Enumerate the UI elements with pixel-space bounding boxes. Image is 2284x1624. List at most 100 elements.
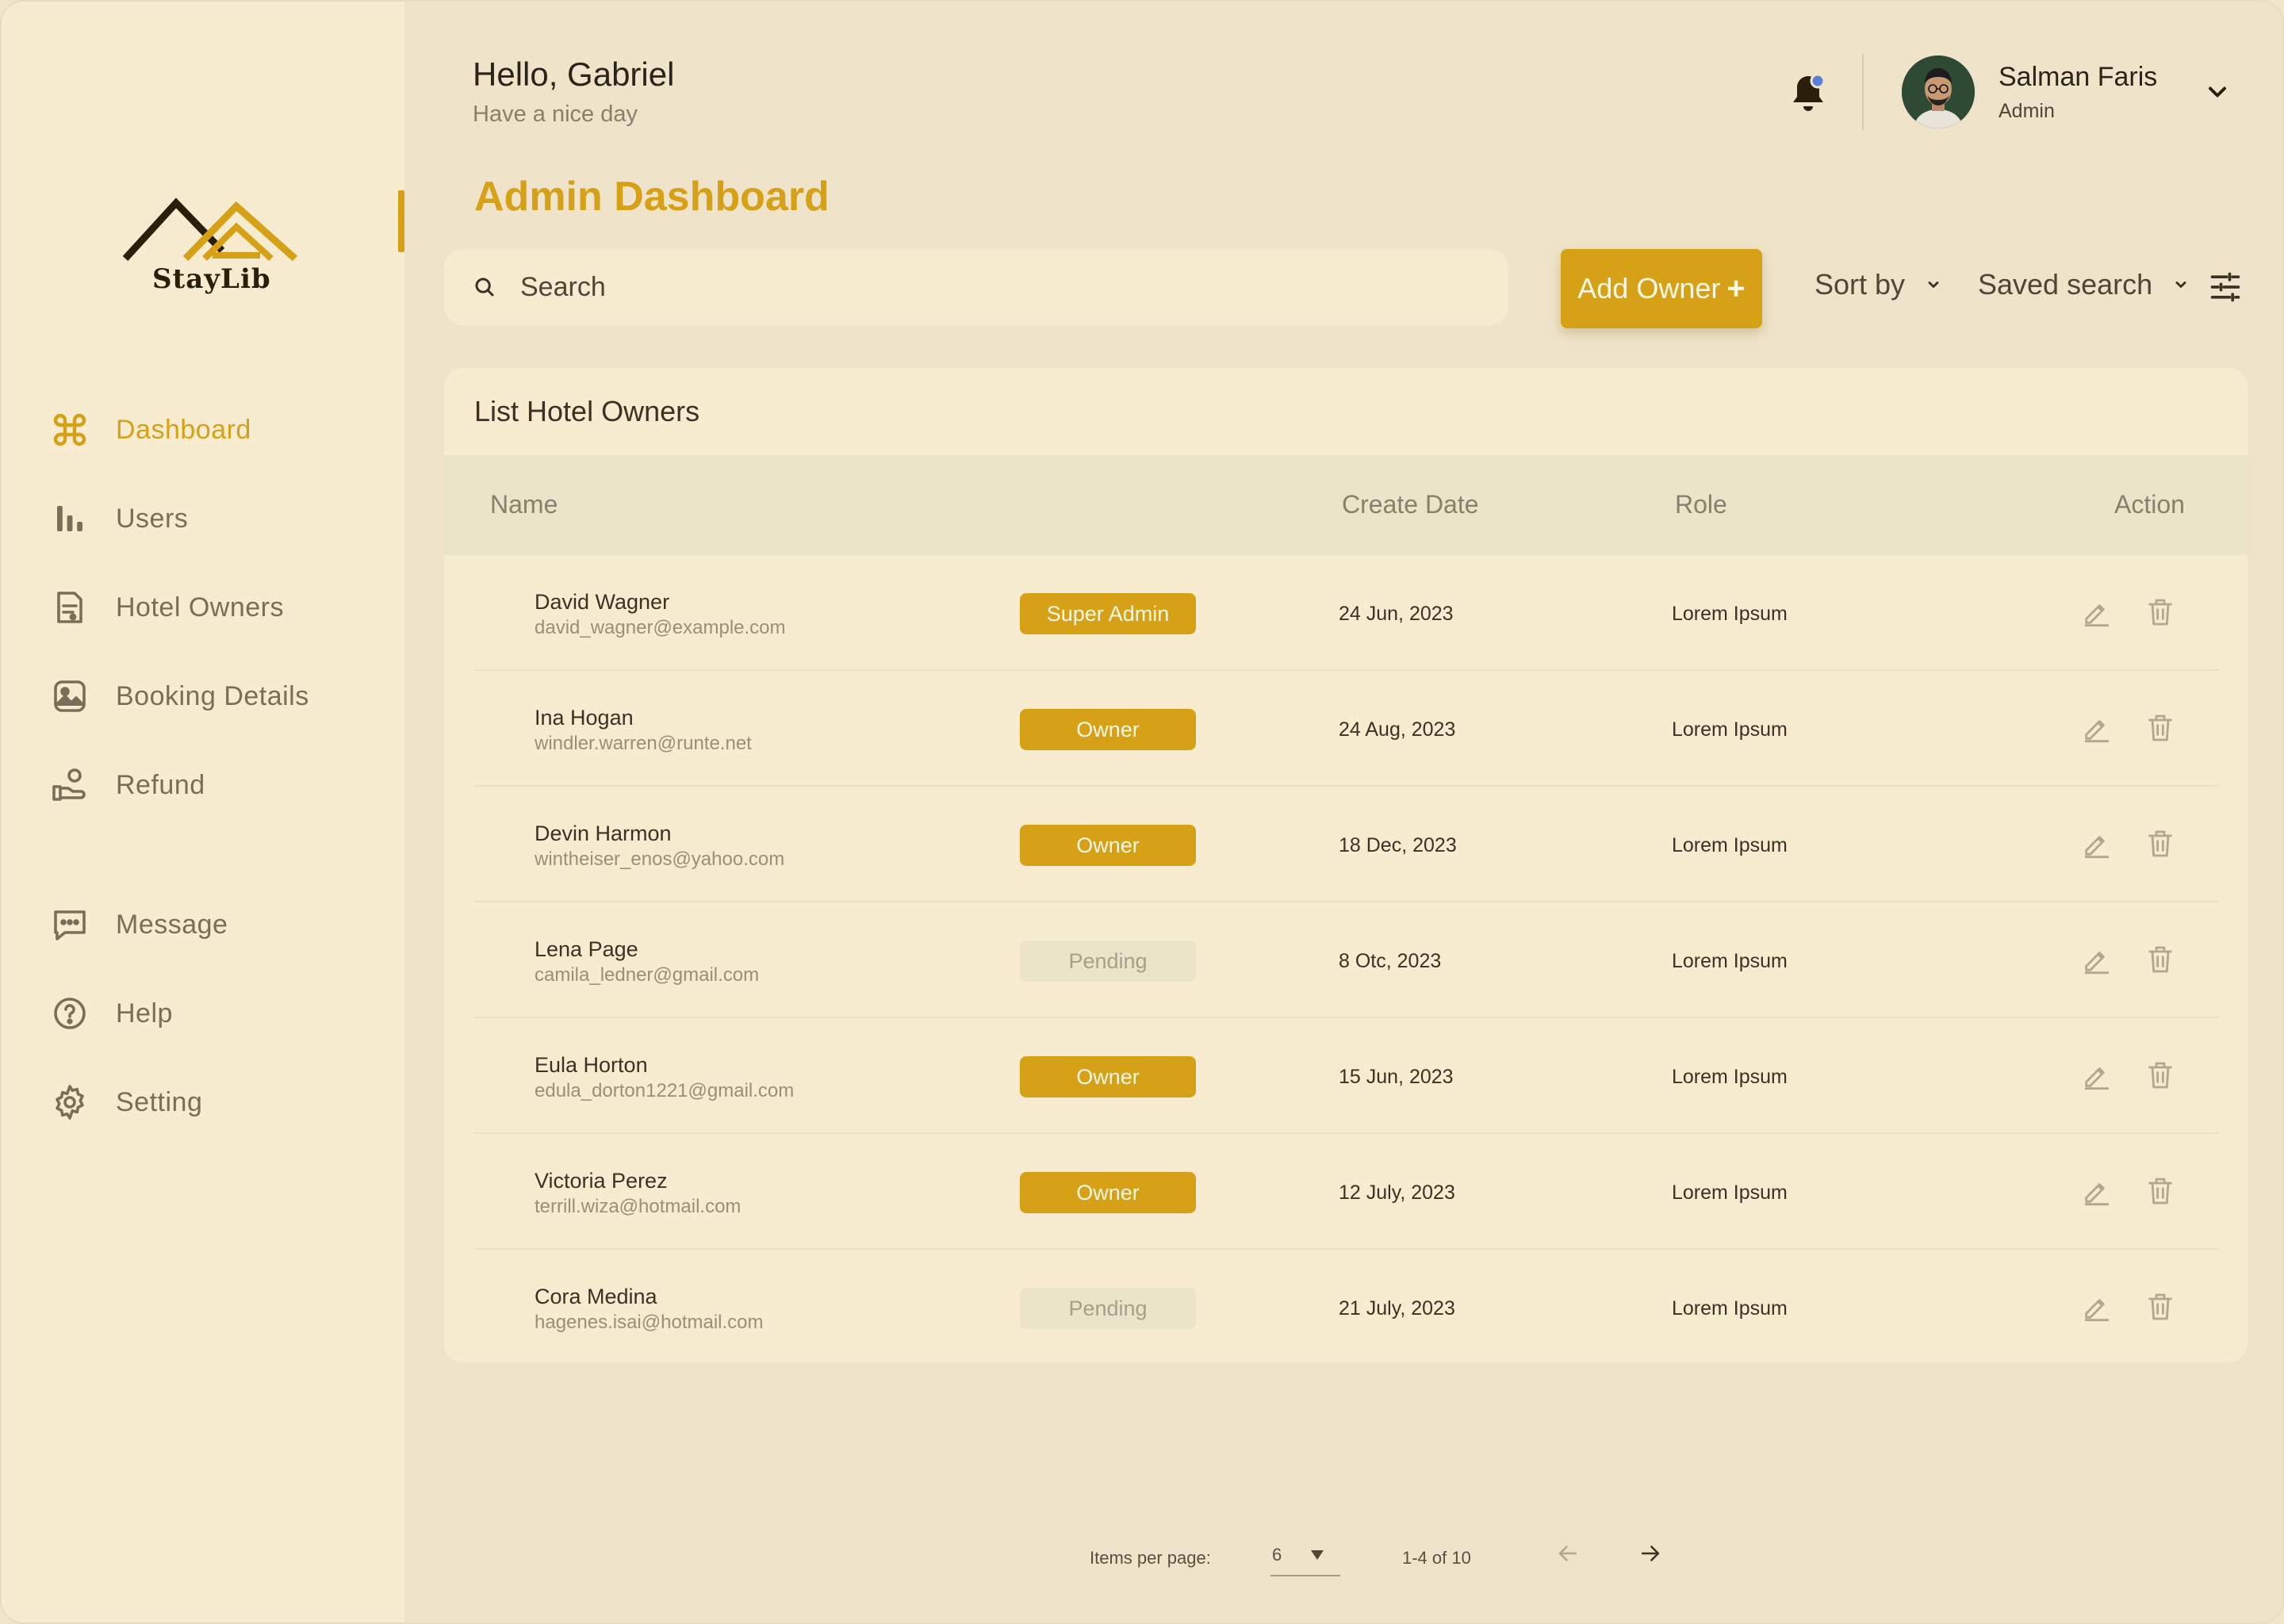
owner-email: windler.warren@runte.net bbox=[535, 733, 752, 754]
sidebar-item-users[interactable]: Users bbox=[51, 495, 188, 542]
app-window: StayLib Dashboard Users Hotel Owners Boo… bbox=[0, 0, 2284, 1624]
role-value: Lorem Ipsum bbox=[1672, 950, 1788, 972]
sidebar-item-label: Dashboard bbox=[116, 414, 251, 445]
edit-icon[interactable] bbox=[2081, 1175, 2113, 1207]
items-per-page-value: 6 bbox=[1272, 1545, 1282, 1565]
status-badge: Pending bbox=[1020, 1288, 1196, 1329]
items-per-page-label: Items per page: bbox=[1090, 1548, 1211, 1568]
trash-icon[interactable] bbox=[2144, 1291, 2176, 1323]
user-role: Admin bbox=[1998, 100, 2055, 122]
sidebar-item-setting[interactable]: Setting bbox=[51, 1078, 202, 1126]
table-row: David Wagner david_wagner@example.com Supe… bbox=[474, 555, 2219, 671]
create-date: 18 Dec, 2023 bbox=[1339, 834, 1457, 856]
owner-name: Eula Horton bbox=[535, 1053, 648, 1077]
owner-email: david_wagner@example.com bbox=[535, 617, 786, 638]
message-icon bbox=[54, 910, 86, 940]
sidebar-item-hotel-owners[interactable]: Hotel Owners bbox=[51, 584, 284, 631]
command-icon bbox=[53, 413, 86, 446]
search-bar[interactable] bbox=[444, 249, 1508, 325]
edit-icon[interactable] bbox=[2081, 828, 2113, 860]
edit-icon[interactable] bbox=[2081, 596, 2113, 628]
search-input[interactable] bbox=[520, 271, 1472, 303]
owner-email: edula_dorton1221@gmail.com bbox=[535, 1080, 795, 1101]
user-name: Salman Faris bbox=[1998, 62, 2158, 92]
hotel-owners-card: List Hotel Owners Name Create Date Role … bbox=[444, 368, 2248, 1362]
role-value: Lorem Ipsum bbox=[1672, 834, 1788, 856]
trash-icon[interactable] bbox=[2144, 828, 2176, 860]
owner-email: camila_ledner@gmail.com bbox=[535, 964, 760, 986]
avatar[interactable] bbox=[1902, 56, 1975, 128]
create-date: 24 Jun, 2023 bbox=[1339, 603, 1454, 625]
image-icon bbox=[54, 680, 86, 712]
sort-by-label: Sort by bbox=[1815, 268, 1906, 301]
document-icon bbox=[57, 592, 82, 623]
trash-icon[interactable] bbox=[2144, 712, 2176, 744]
table-title: List Hotel Owners bbox=[474, 395, 700, 427]
plus-icon: + bbox=[1726, 270, 1746, 306]
search-icon bbox=[475, 278, 494, 297]
column-header-role[interactable]: Role bbox=[1675, 490, 1727, 519]
column-header-create-date[interactable]: Create Date bbox=[1342, 490, 1479, 519]
status-badge: Pending bbox=[1020, 940, 1196, 982]
trash-icon[interactable] bbox=[2144, 1175, 2176, 1207]
arrow-right-icon[interactable] bbox=[1637, 1540, 1664, 1567]
trash-icon[interactable] bbox=[2144, 944, 2176, 975]
notification-bell-icon[interactable] bbox=[1788, 71, 1829, 116]
trash-icon[interactable] bbox=[2144, 596, 2176, 628]
chevron-down-icon[interactable] bbox=[2203, 78, 2232, 106]
table-header: Name Create Date Role Action bbox=[444, 455, 2248, 555]
edit-icon[interactable] bbox=[2081, 944, 2113, 975]
sidebar-item-help[interactable]: Help bbox=[51, 990, 173, 1037]
owner-name: Victoria Perez bbox=[535, 1169, 668, 1193]
bar-chart-icon bbox=[57, 506, 82, 531]
column-header-name[interactable]: Name bbox=[490, 490, 558, 519]
sort-by-dropdown[interactable]: Sort by bbox=[1815, 268, 1941, 301]
sidebar-item-label: Help bbox=[116, 998, 173, 1028]
role-value: Lorem Ipsum bbox=[1672, 1297, 1788, 1320]
create-date: 21 July, 2023 bbox=[1339, 1297, 1455, 1320]
status-badge: Owner bbox=[1020, 709, 1196, 750]
hand-coin-icon bbox=[52, 768, 86, 801]
sidebar-item-message[interactable]: Message bbox=[51, 901, 228, 948]
role-value: Lorem Ipsum bbox=[1672, 718, 1788, 741]
table-row: Lena Page camila_ledner@gmail.com Pending 8… bbox=[474, 902, 2219, 1018]
sidebar-item-booking-details[interactable]: Booking Details bbox=[51, 672, 309, 720]
edit-icon[interactable] bbox=[2081, 1291, 2113, 1323]
sidebar-item-refund[interactable]: Refund bbox=[51, 761, 205, 809]
owner-email: terrill.wiza@hotmail.com bbox=[535, 1196, 742, 1217]
owner-name: Ina Hogan bbox=[535, 706, 634, 730]
owner-email: wintheiser_enos@yahoo.com bbox=[535, 848, 785, 870]
header-divider bbox=[1862, 54, 1864, 130]
owner-name: Lena Page bbox=[535, 937, 638, 961]
active-indicator bbox=[398, 190, 404, 252]
sidebar-item-dashboard[interactable]: Dashboard bbox=[51, 406, 251, 454]
column-header-action: Action bbox=[2114, 490, 2185, 519]
sidebar-item-label: Booking Details bbox=[116, 680, 309, 711]
page-range: 1-4 of 10 bbox=[1402, 1548, 1471, 1568]
caret-down-icon bbox=[1311, 1550, 1324, 1560]
status-badge: Owner bbox=[1020, 825, 1196, 866]
edit-icon[interactable] bbox=[2081, 1059, 2113, 1091]
edit-icon[interactable] bbox=[2081, 712, 2113, 744]
gear-icon bbox=[56, 1085, 84, 1120]
items-per-page-select[interactable]: 6 bbox=[1270, 1540, 1340, 1576]
status-badge: Super Admin bbox=[1020, 593, 1196, 634]
saved-search-dropdown[interactable]: Saved search bbox=[1978, 268, 2189, 301]
sidebar-item-label: Users bbox=[116, 503, 189, 534]
table-row: Eula Horton edula_dorton1221@gmail.com Own… bbox=[474, 1018, 2219, 1134]
trash-icon[interactable] bbox=[2144, 1059, 2176, 1091]
status-badge: Owner bbox=[1020, 1172, 1196, 1213]
saved-search-label: Saved search bbox=[1978, 268, 2153, 301]
brand-name: StayLib bbox=[152, 263, 271, 295]
owner-name: Devin Harmon bbox=[535, 822, 672, 845]
help-icon bbox=[54, 998, 86, 1029]
arrow-left-icon[interactable] bbox=[1554, 1540, 1581, 1567]
filter-sliders-icon[interactable] bbox=[2208, 270, 2243, 304]
add-owner-button[interactable]: Add Owner + bbox=[1561, 249, 1762, 328]
chevron-down-icon bbox=[2175, 282, 2186, 288]
table-row: Cora Medina hagenes.isai@hotmail.com Pendi… bbox=[474, 1250, 2219, 1362]
greeting-subtitle: Have a nice day bbox=[473, 102, 638, 127]
owner-name: Cora Medina bbox=[535, 1285, 657, 1308]
role-value: Lorem Ipsum bbox=[1672, 1182, 1788, 1204]
page-title: Admin Dashboard bbox=[474, 174, 830, 220]
